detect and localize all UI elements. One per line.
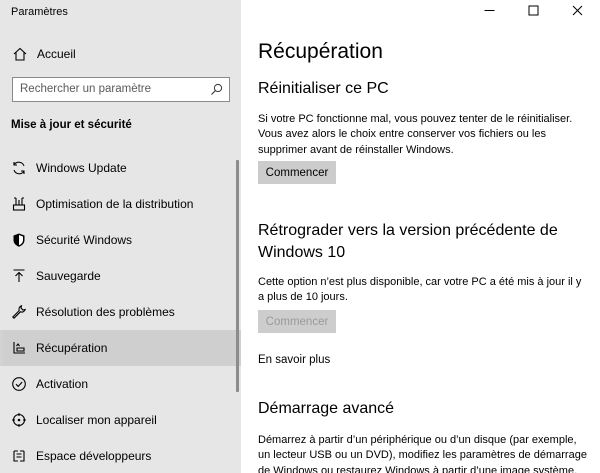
- sidebar-nav: Windows Update Optimisation de la distri…: [0, 150, 241, 473]
- advanced-startup-heading: Démarrage avancé: [258, 400, 395, 417]
- rollback-description: Cette option n’est plus disponible, car …: [258, 276, 582, 304]
- app-title: Paramètres: [11, 6, 68, 18]
- sidebar-item-delivery-optimization[interactable]: Optimisation de la distribution: [0, 186, 241, 222]
- rollback-heading: Rétrograder vers la version précédente d…: [258, 222, 558, 261]
- backup-icon: [13, 269, 25, 282]
- reset-start-button[interactable]: Commencer: [258, 161, 336, 184]
- delivery-optimization-icon: [12, 197, 26, 211]
- recovery-icon: [13, 342, 25, 354]
- sidebar-item-developers[interactable]: Espace développeurs: [0, 438, 241, 473]
- home-icon: [13, 47, 27, 61]
- sidebar-item-label: Espace développeurs: [36, 449, 152, 463]
- selection-marker: [0, 330, 3, 366]
- find-device-icon: [12, 413, 26, 427]
- wrench-icon: [12, 305, 26, 319]
- reset-heading: Réinitialiser ce PC: [258, 80, 389, 97]
- sync-icon: [13, 161, 25, 175]
- sidebar-item-recovery[interactable]: Récupération: [0, 330, 241, 366]
- sidebar-item-troubleshoot[interactable]: Résolution des problèmes: [0, 294, 241, 330]
- sidebar-item-label: Sécurité Windows: [36, 233, 133, 247]
- home-label: Accueil: [37, 47, 76, 61]
- search-placeholder: Rechercher un paramètre: [20, 83, 152, 95]
- sidebar-item-label: Activation: [36, 377, 89, 391]
- sidebar-item-label: Récupération: [36, 341, 108, 355]
- sidebar-item-activation[interactable]: Activation: [0, 366, 241, 402]
- close-button[interactable]: [558, 0, 598, 22]
- advanced-startup-description: Démarrez à partir d’un périphérique ou d…: [258, 434, 587, 473]
- sidebar-item-windows-update[interactable]: Windows Update: [0, 150, 241, 186]
- minimize-button[interactable]: [470, 0, 510, 22]
- section-title: Mise à jour et sécurité: [11, 119, 132, 131]
- sidebar-item-find-device[interactable]: Localiser mon appareil: [0, 402, 241, 438]
- close-icon: [572, 5, 583, 16]
- sidebar-item-label: Windows Update: [36, 161, 127, 175]
- minimize-icon: [484, 10, 495, 11]
- sidebar-item-label: Résolution des problèmes: [36, 305, 175, 319]
- maximize-icon: [528, 5, 539, 16]
- sidebar-item-label: Sauvegarde: [36, 269, 101, 283]
- window-controls: [470, 0, 600, 22]
- sidebar-item-backup[interactable]: Sauvegarde: [0, 258, 241, 294]
- sidebar-item-label: Optimisation de la distribution: [36, 197, 194, 211]
- maximize-button[interactable]: [514, 0, 554, 22]
- page-title: Récupération: [258, 40, 383, 63]
- sidebar-item-label: Localiser mon appareil: [36, 413, 157, 427]
- rollback-start-button[interactable]: Commencer: [258, 310, 336, 333]
- home-nav-item[interactable]: Accueil: [0, 40, 241, 68]
- developer-icon: [13, 450, 25, 462]
- learn-more-link[interactable]: En savoir plus: [258, 354, 330, 366]
- sidebar-scrollbar[interactable]: [236, 160, 239, 392]
- search-icon[interactable]: [210, 83, 223, 96]
- reset-description: Si votre PC fonctionne mal, vous pouvez …: [258, 113, 573, 156]
- sidebar-item-windows-security[interactable]: Sécurité Windows: [0, 222, 241, 258]
- shield-icon: [13, 233, 25, 247]
- search-input[interactable]: Rechercher un paramètre: [12, 77, 230, 102]
- activation-check-icon: [12, 377, 26, 391]
- sidebar: Paramètres Accueil Rechercher un paramèt…: [0, 0, 241, 473]
